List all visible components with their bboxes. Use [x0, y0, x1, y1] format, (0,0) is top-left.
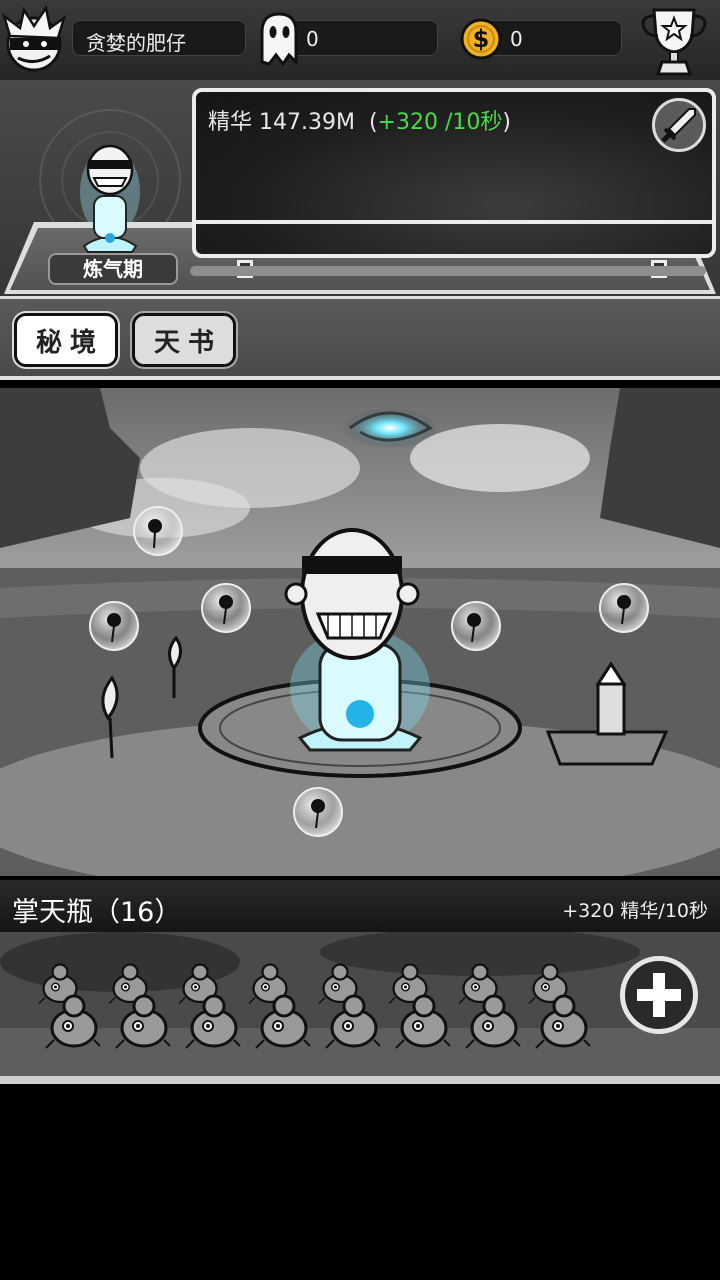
essence-board: 精华 147.39M (+320 /10秒)	[192, 88, 716, 258]
realm-label: 炼气期	[48, 253, 178, 285]
plus-icon	[637, 973, 681, 1017]
svg-text:$: $	[473, 25, 490, 53]
coin-counter: 0	[482, 20, 622, 56]
realm-progress-bar	[190, 266, 706, 276]
scene-artwork	[0, 388, 720, 876]
building-header: 掌天瓶（16） +320 精华/10秒	[0, 880, 720, 932]
tab-heavenly-book[interactable]: 天书	[132, 313, 236, 367]
ghost-count: 0	[306, 27, 319, 51]
sword-button[interactable]	[652, 98, 706, 152]
coin-icon: $	[460, 18, 502, 60]
building-area	[0, 932, 720, 1076]
add-building-button[interactable]	[620, 956, 698, 1034]
ghost-counter: 0	[282, 20, 438, 56]
building-rate: +320 精华/10秒	[562, 900, 708, 922]
essence-readout: 精华 147.39M (+320 /10秒)	[208, 110, 511, 135]
essence-total: 精华 147.39M	[208, 110, 355, 135]
top-bar: 贪婪的肥仔 0 0 $	[0, 0, 720, 80]
player-name: 贪婪的肥仔	[86, 31, 186, 55]
tab-secret-realm[interactable]: 秘境	[14, 313, 118, 367]
building-name: 掌天瓶（16）	[12, 897, 182, 928]
board-divider	[196, 220, 712, 224]
tab-bar: 秘境 天书	[0, 296, 720, 380]
ghost-icon	[260, 12, 298, 66]
building-divider	[0, 1076, 720, 1084]
essence-rate: +320 /10秒	[377, 110, 503, 135]
secret-realm-scene	[0, 388, 720, 876]
coin-count: 0	[510, 27, 523, 51]
gourd-field	[0, 932, 720, 1076]
trophy-icon[interactable]	[636, 4, 712, 78]
player-name-pill: 贪婪的肥仔	[72, 20, 246, 56]
avatar[interactable]	[0, 6, 70, 72]
cultivator-portrait	[80, 144, 140, 253]
sword-icon	[661, 108, 696, 143]
